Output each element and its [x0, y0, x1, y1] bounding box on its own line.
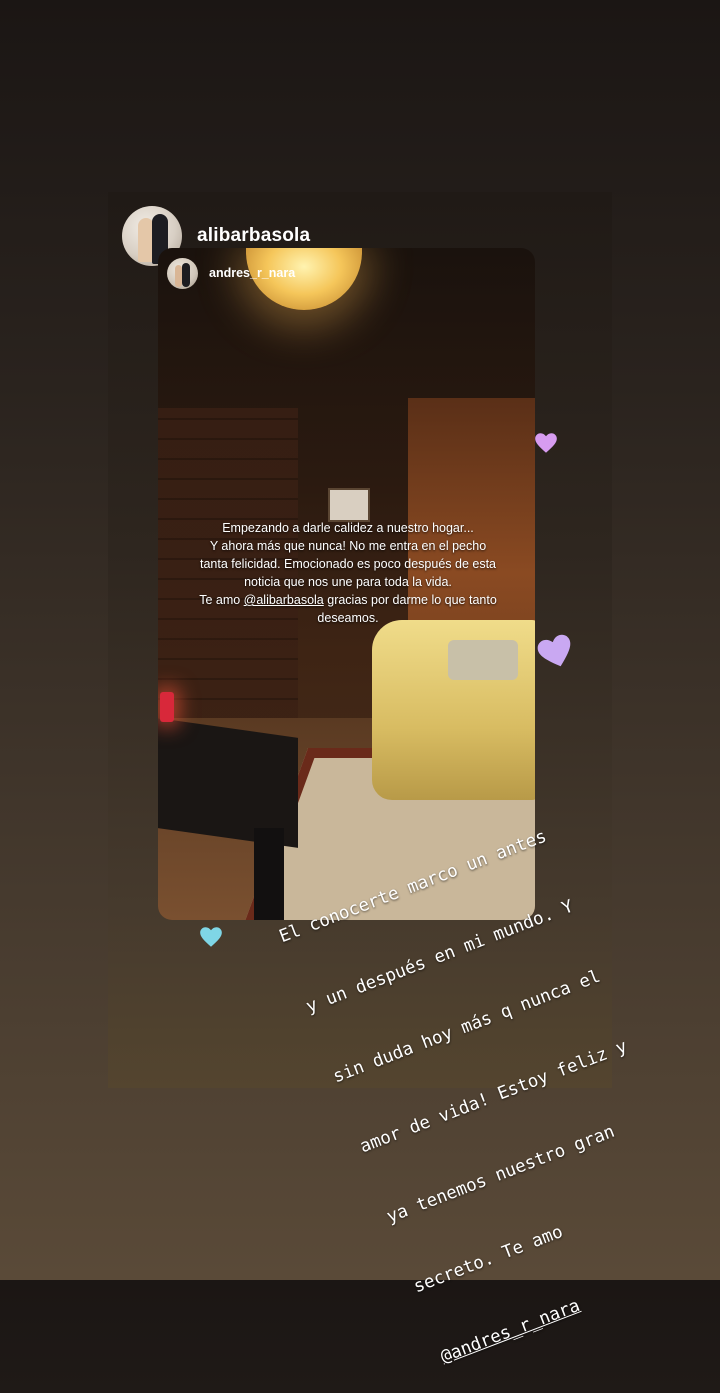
overlay-line: amor de vida! Estoy feliz y	[357, 1036, 631, 1158]
caption-line: tanta felicidad. Emocionado es poco desp…	[199, 557, 497, 571]
caption-line: deseamos.	[317, 611, 379, 625]
wall-picture	[328, 488, 370, 522]
poster-username[interactable]: alibarbasola	[197, 225, 310, 247]
candle	[160, 692, 174, 722]
caption-line: Te amo @alibarbasola gracias por darme l…	[180, 591, 516, 609]
heart-sticker-icon	[535, 433, 557, 453]
caption-text: Te amo	[199, 593, 244, 607]
caption-line: Empezando a darle calidez a nuestro hoga…	[222, 521, 474, 535]
overlay-line: sin duda hoy más q nunca el	[330, 966, 604, 1088]
caption-mention-link[interactable]: @alibarbasola	[244, 593, 324, 607]
heart-shape	[535, 433, 557, 453]
heart-shape	[200, 927, 222, 947]
heart-shape	[537, 634, 571, 667]
caption-line: noticia que nos une para toda la vida.	[244, 575, 452, 589]
avatar-figure	[182, 263, 190, 287]
avatar-figure	[175, 265, 182, 287]
reshared-avatar[interactable]	[167, 258, 198, 289]
sofa-cushion	[448, 640, 518, 680]
caption-text: gracias por darme lo que tanto	[323, 593, 497, 607]
overlay-line: y un después en mi mundo. Y	[303, 896, 577, 1018]
reshared-username[interactable]: andres_r_nara	[209, 266, 295, 280]
reshared-caption: Empezando a darle calidez a nuestro hoga…	[180, 519, 516, 627]
caption-line: Y ahora más que nunca! No me entra en el…	[209, 539, 487, 553]
heart-sticker-icon	[200, 927, 222, 947]
